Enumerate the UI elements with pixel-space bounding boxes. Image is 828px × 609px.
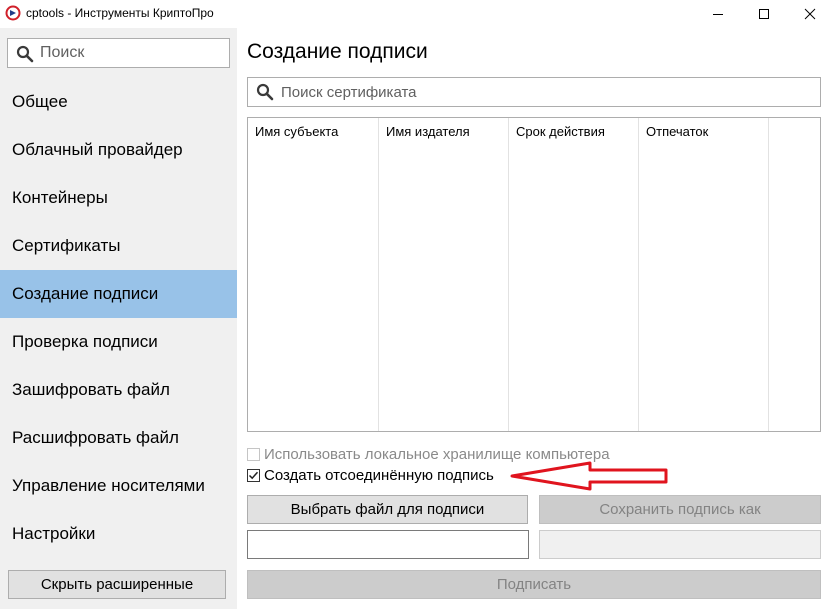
title-bar: cptools - Инструменты КриптоПро: [0, 0, 828, 28]
column-thumbprint[interactable]: Отпечаток: [639, 118, 769, 431]
column-validity[interactable]: Срок действия: [509, 118, 639, 431]
column-header-subject: Имя субъекта: [255, 124, 339, 139]
sidebar-item-decrypt-file[interactable]: Расшифровать файл: [0, 414, 237, 462]
minimize-button[interactable]: [695, 0, 741, 28]
certificate-search-box: [247, 77, 821, 107]
close-icon: [804, 8, 816, 20]
cryptopro-logo-icon: [5, 5, 21, 21]
detached-signature-checkbox[interactable]: [247, 468, 260, 482]
sidebar-item-encrypt-file[interactable]: Зашифровать файл: [0, 366, 237, 414]
window-title: cptools - Инструменты КриптоПро: [26, 6, 214, 20]
file-path-field[interactable]: [247, 530, 529, 559]
search-icon: [16, 45, 34, 63]
save-signature-as-button[interactable]: Сохранить подпись как: [539, 495, 821, 524]
search-icon: [256, 83, 274, 101]
sidebar-item-create-signature[interactable]: Создание подписи: [0, 270, 237, 318]
column-issuer-name[interactable]: Имя издателя: [379, 118, 509, 431]
minimize-icon: [713, 14, 723, 15]
sidebar-item-verify-signature[interactable]: Проверка подписи: [0, 318, 237, 366]
checkmark-icon: [248, 471, 259, 479]
sidebar-search-box: [7, 38, 230, 68]
sidebar-item-containers[interactable]: Контейнеры: [0, 174, 237, 222]
maximize-icon: [759, 9, 769, 19]
sidebar-item-cloud-provider[interactable]: Облачный провайдер: [0, 126, 237, 174]
sidebar-search-input[interactable]: [40, 43, 225, 63]
close-button[interactable]: [787, 0, 828, 28]
sidebar-item-certificates[interactable]: Сертификаты: [0, 222, 237, 270]
certificate-table[interactable]: Имя субъекта Имя издателя Срок действия …: [247, 117, 821, 432]
certificate-search-input[interactable]: [281, 82, 801, 102]
column-subject-name[interactable]: Имя субъекта: [248, 118, 379, 431]
column-header-thumbprint: Отпечаток: [646, 124, 709, 139]
sidebar-item-media-management[interactable]: Управление носителями: [0, 462, 237, 510]
detached-signature-label: Создать отсоединённую подпись: [264, 466, 494, 484]
choose-file-button[interactable]: Выбрать файл для подписи: [247, 495, 528, 524]
sidebar-item-settings[interactable]: Настройки: [0, 510, 237, 558]
sign-button[interactable]: Подписать: [247, 570, 821, 599]
sidebar-item-general[interactable]: Общее: [0, 78, 237, 126]
save-path-field[interactable]: [539, 530, 821, 559]
page-title: Создание подписи: [247, 40, 428, 63]
sidebar: Общее Облачный провайдер Контейнеры Серт…: [0, 28, 237, 609]
hide-advanced-button[interactable]: Скрыть расширенные: [8, 570, 226, 599]
use-local-store-checkbox[interactable]: [247, 447, 260, 461]
detached-signature-checkbox-row[interactable]: Создать отсоединённую подпись: [247, 466, 494, 484]
red-arrow-annotation-icon: [510, 461, 668, 491]
column-header-issuer: Имя издателя: [386, 124, 470, 139]
maximize-button[interactable]: [741, 0, 787, 28]
column-header-validity: Срок действия: [516, 124, 605, 139]
